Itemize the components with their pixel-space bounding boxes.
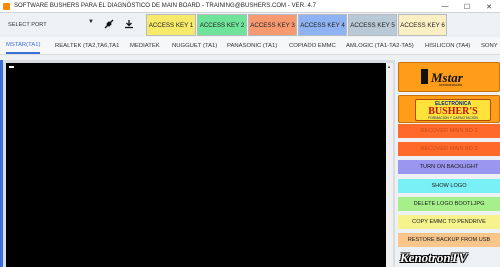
bushers-logo: ELECTRÓNICA BUSHER'S FORMACIÓN Y CAPACIT… (398, 95, 500, 123)
close-button[interactable]: ✕ (478, 0, 500, 13)
console-scrollbar[interactable] (386, 63, 393, 267)
access-key-1-button[interactable]: ACCESS KEY 1 (146, 14, 196, 36)
console-cursor (9, 66, 14, 68)
minimize-button[interactable]: — (434, 0, 456, 13)
window-title: SOFTWARE BUSHERS PARA EL DIAGNÓSTICO DE … (14, 3, 317, 9)
bushers-logo-badge: ELECTRÓNICA BUSHER'S FORMACIÓN Y CAPACIT… (415, 99, 491, 121)
tab-panasonic[interactable]: PANASONIC (TA1) (227, 37, 277, 54)
recover-main-bd-2-button[interactable]: RECOVER MAIN BD 2 (398, 142, 500, 156)
access-key-2-button[interactable]: ACCESS KEY 2 (197, 14, 247, 36)
app-window: SOFTWARE BUSHERS PARA EL DIAGNÓSTICO DE … (0, 0, 500, 267)
download-icon (125, 20, 133, 29)
turn-on-backlight-button[interactable]: TURN ON BACKLIGHT (398, 160, 500, 174)
tab-realtek[interactable]: REALTEK (TA2,TA6,TA1 (55, 37, 119, 54)
serial-console[interactable] (6, 63, 386, 267)
tab-mstar[interactable]: MSTAR(TA1) (6, 37, 41, 54)
chipset-tabs: MSTAR(TA1) REALTEK (TA2,TA6,TA1 MEDIATEK… (0, 37, 500, 55)
access-key-6-button[interactable]: ACCESS KEY 6 (398, 14, 447, 36)
port-select-value: SELECT PORT (8, 22, 47, 28)
mstar-logo-subtext: semiconductor (439, 83, 463, 87)
chevron-down-icon: ▼ (88, 19, 94, 25)
connect-button[interactable] (102, 17, 116, 31)
title-bar: SOFTWARE BUSHERS PARA EL DIAGNÓSTICO DE … (0, 0, 500, 13)
plug-icon (104, 19, 114, 29)
access-key-5-button[interactable]: ACCESS KEY 5 (348, 14, 397, 36)
mstar-logo: Mstar semiconductor (398, 62, 500, 92)
copy-emmc-to-pendrive-button[interactable]: COPY EMMC TO PENDRIVE (398, 215, 500, 229)
scroll-up-icon[interactable]: ▲ (387, 64, 391, 69)
tab-nugguet[interactable]: NUGGUET (TA1) (172, 37, 217, 54)
window-controls: — ☐ ✕ (434, 0, 500, 13)
maximize-button[interactable]: ☐ (456, 0, 478, 13)
bushers-logo-sub: FORMACIÓN Y CAPACITACIÓN (428, 116, 478, 120)
recover-main-bd-1-button[interactable]: RECOVER MAIN BD 1 (398, 124, 500, 138)
tab-hisilicon[interactable]: HISILICON (TA4) (425, 37, 470, 54)
kenotron-watermark: KenotronTV (400, 250, 468, 265)
tab-mediatek[interactable]: MEDIATEK (130, 37, 160, 54)
toolbar: SELECT PORT ▼ ACCESS KEY 1 ACCESS KEY 2 … (0, 13, 500, 37)
restore-backup-from-usb-button[interactable]: RESTORE BACKUP FROM USB (398, 233, 500, 247)
port-select[interactable]: SELECT PORT ▼ (4, 17, 96, 33)
tab-amlogic[interactable]: AMLOGIC (TA1-TA2-TA5) (346, 37, 414, 54)
access-key-4-button[interactable]: ACCESS KEY 4 (298, 14, 347, 36)
download-button[interactable] (122, 17, 136, 31)
app-icon (3, 2, 10, 10)
access-key-3-button[interactable]: ACCESS KEY 3 (248, 14, 297, 36)
delete-logo-button[interactable]: DELETE LOGO BOOTLJPG (398, 197, 500, 211)
show-logo-button[interactable]: SHOW LOGO (398, 179, 500, 193)
mstar-mark-icon (421, 69, 428, 84)
tab-copiado-emmc[interactable]: COPIADO EMMC (289, 37, 336, 54)
tab-sony[interactable]: SONY (481, 37, 498, 54)
